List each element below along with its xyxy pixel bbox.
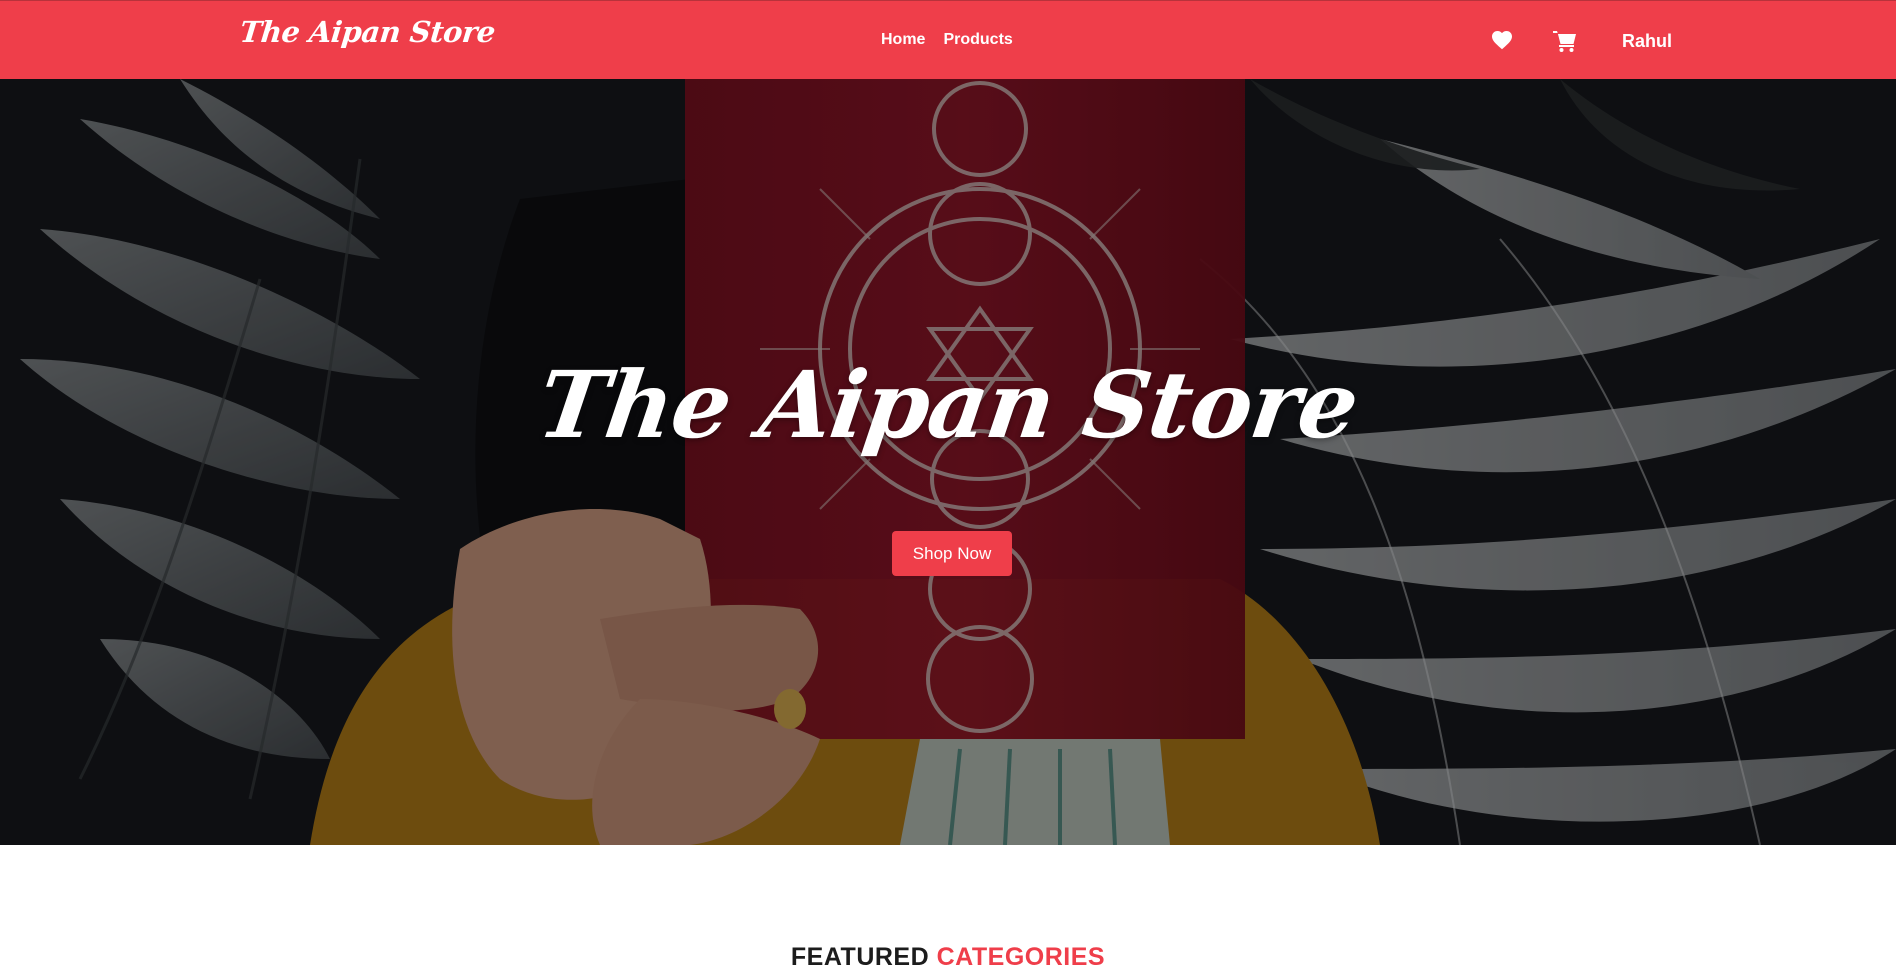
hero-banner: The Aipan Store Shop Now — [0, 79, 1896, 845]
brand-logo[interactable]: The Aipan Store — [238, 15, 496, 49]
hero-title: The Aipan Store — [531, 351, 1365, 459]
cart-icon[interactable] — [1552, 28, 1578, 54]
featured-heading-part1: FEATURED — [790, 943, 930, 969]
featured-categories-heading: FEATURED CATEGORIES — [0, 943, 1896, 969]
heart-icon[interactable] — [1490, 28, 1514, 52]
nav-link-home[interactable]: Home — [881, 31, 925, 49]
nav-links: Home Products — [881, 31, 1013, 49]
shop-now-button[interactable]: Shop Now — [892, 531, 1012, 576]
navbar: The Aipan Store Home Products Rahul — [0, 0, 1896, 79]
user-menu[interactable]: Rahul — [1622, 31, 1672, 52]
hero-background-image — [0, 79, 1896, 845]
featured-heading-part2: CATEGORIES — [936, 943, 1106, 969]
nav-link-products[interactable]: Products — [943, 31, 1012, 49]
